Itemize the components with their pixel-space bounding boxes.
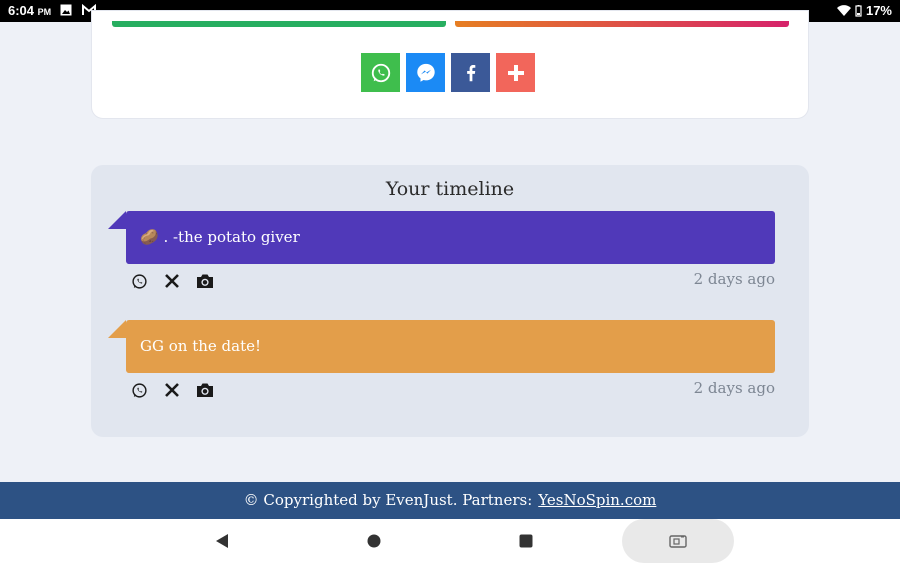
battery-icon (855, 4, 862, 17)
timeline-panel: Your timeline 🥔 . -the potato giver 2 da… (91, 165, 809, 437)
share-card (91, 10, 809, 119)
messenger-icon (416, 63, 435, 82)
message-text: GG on the date! (140, 337, 262, 355)
back-button[interactable] (211, 530, 233, 552)
status-right: 17% (836, 3, 892, 18)
home-button[interactable] (363, 530, 385, 552)
timeline-title: Your timeline (385, 178, 515, 200)
plus-icon (507, 64, 524, 81)
recents-icon (519, 534, 533, 548)
progress-bar-gradient (455, 21, 789, 27)
image-icon (60, 4, 72, 16)
screenshot-icon (667, 530, 689, 552)
message-text: 🥔 . -the potato giver (140, 228, 300, 246)
camera-icon[interactable] (196, 381, 214, 399)
entry-actions: 2 days ago (126, 264, 775, 296)
whatsapp-icon (371, 63, 390, 82)
message-bubble[interactable]: 🥔 . -the potato giver (108, 211, 775, 264)
messenger-share-button[interactable] (406, 53, 445, 92)
recents-button[interactable] (515, 530, 537, 552)
system-nav-bar (0, 519, 900, 563)
wifi-icon (836, 4, 851, 16)
screenshot-button[interactable] (622, 519, 734, 563)
status-time: 6:04 PM (8, 3, 52, 18)
message-bubble[interactable]: GG on the date! (108, 320, 775, 373)
battery-percent: 17% (865, 3, 892, 18)
timeline-entry: 🥔 . -the potato giver 2 days ago (108, 211, 775, 296)
copyright-text: © Copyrighted by EvenJust. Partners: (243, 491, 533, 509)
whatsapp-share-icon[interactable] (130, 272, 148, 290)
facebook-share-button[interactable] (451, 53, 490, 92)
more-share-button[interactable] (496, 53, 535, 92)
entry-timestamp: 2 days ago (693, 379, 775, 397)
whatsapp-share-icon[interactable] (130, 381, 148, 399)
bubble-tail (108, 211, 126, 229)
x-share-icon[interactable] (163, 272, 181, 290)
whatsapp-share-button[interactable] (361, 53, 400, 92)
bubble-tail (108, 320, 126, 338)
entry-actions: 2 days ago (126, 373, 775, 405)
back-icon (216, 534, 228, 548)
camera-icon[interactable] (196, 272, 214, 290)
share-buttons (361, 53, 535, 92)
timeline-entry: GG on the date! 2 days ago (108, 320, 775, 405)
partner-link[interactable]: YesNoSpin.com (538, 491, 656, 509)
footer: © Copyrighted by EvenJust. Partners: YesN… (0, 482, 900, 519)
x-share-icon[interactable] (163, 381, 181, 399)
home-icon (367, 534, 381, 548)
progress-bar-green (112, 21, 446, 27)
facebook-icon (466, 64, 475, 81)
entry-timestamp: 2 days ago (693, 270, 775, 288)
